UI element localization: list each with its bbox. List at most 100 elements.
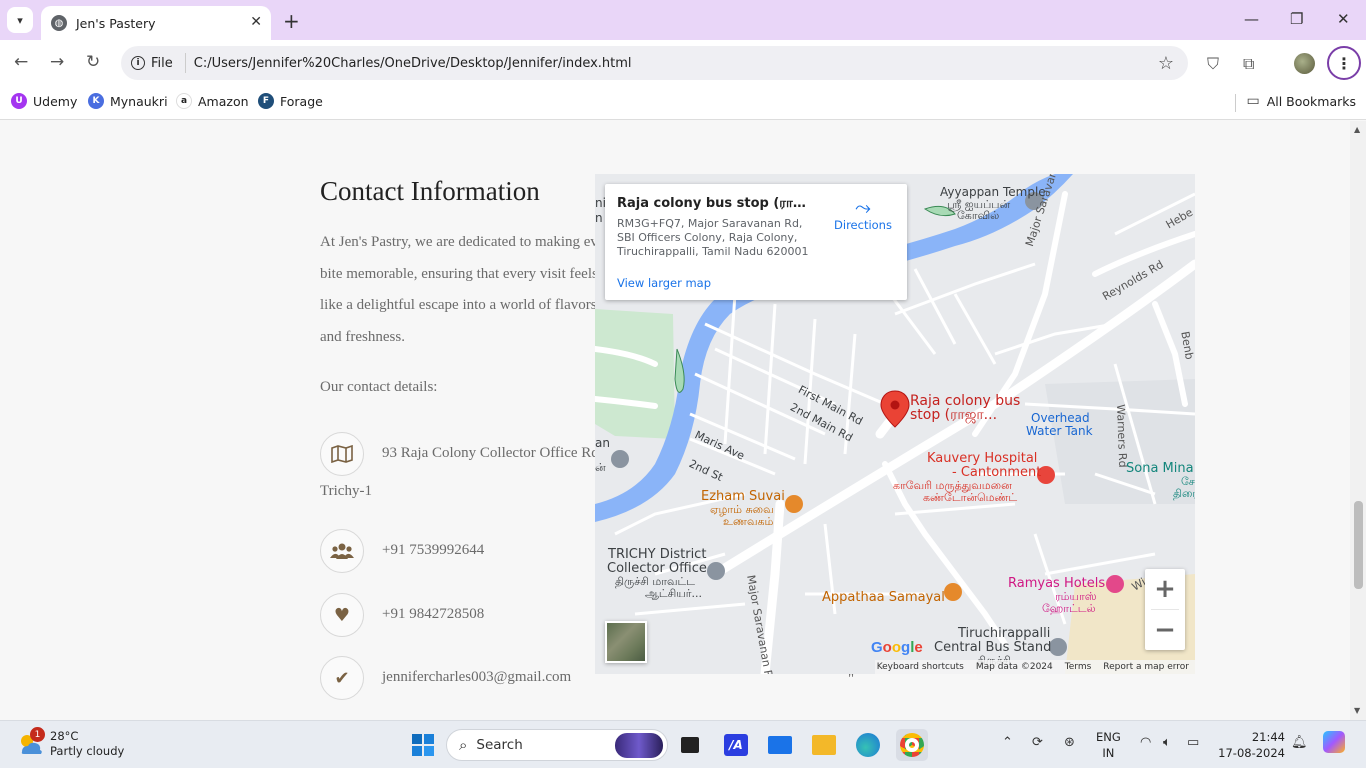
scroll-down-icon[interactable]: ▼ (1354, 706, 1360, 715)
volume-icon[interactable]: 🔈︎ (1163, 735, 1171, 750)
copilot-icon[interactable] (1323, 731, 1345, 753)
directions-icon: ⤳ (855, 195, 871, 219)
clock-date: 17-08-2024 (1218, 746, 1285, 760)
users-icon (320, 529, 364, 573)
browser-toolbar: ← → ↻ i File C:/Users/Jennifer%20Charles… (0, 40, 1366, 86)
mail-icon[interactable] (764, 729, 796, 761)
bookmark-star-icon[interactable]: ☆ (1158, 53, 1174, 74)
heart-icon: ♥ (320, 593, 364, 637)
bookmark-label: Mynaukri (110, 93, 168, 109)
directions-button[interactable]: ⤳ Directions (833, 196, 893, 232)
zoom-in-button[interactable]: + (1145, 569, 1185, 609)
contact-title: Contact Information (320, 176, 540, 206)
page-scrollbar[interactable]: ▲ ▼ (1350, 121, 1366, 720)
network-app-icon[interactable]: ⊛ (1064, 735, 1075, 750)
back-button[interactable]: ← (14, 52, 28, 72)
task-view-icon[interactable] (674, 729, 706, 761)
map-label: TRICHY District (608, 547, 707, 562)
udemy-icon: U (11, 93, 27, 109)
bookmark-label: Forage (280, 93, 323, 109)
chevron-down-icon: ▾ (17, 13, 23, 27)
clock-time: 21:44 (1251, 730, 1285, 744)
restore-button[interactable]: ❐ (1290, 10, 1303, 28)
profile-avatar[interactable] (1294, 53, 1315, 74)
info-icon: i (131, 56, 145, 70)
zoom-controls: + − (1145, 569, 1185, 650)
bookmark-mynaukri[interactable]: K Mynaukri (88, 93, 168, 109)
bookmark-label: Amazon (198, 93, 249, 109)
pin-label: stop (ராஜா... (910, 407, 998, 423)
contact-details-label: Our contact details: (320, 379, 438, 395)
shield-icon[interactable]: ⛉ (1207, 54, 1219, 74)
bookmark-amazon[interactable]: a Amazon (176, 93, 249, 109)
map-label: கோவில் (957, 209, 1000, 222)
keyboard-shortcuts-link[interactable]: Keyboard shortcuts (877, 662, 964, 672)
site-info-chip[interactable]: i File (131, 53, 186, 73)
folder-icon: ▭ (1246, 93, 1260, 109)
new-tab-button[interactable]: + (283, 9, 300, 33)
chevron-up-icon[interactable]: ⌃ (1002, 735, 1013, 750)
mynaukri-icon: K (88, 93, 104, 109)
weather-widget[interactable]: 1 28°C Partly cloudy (16, 727, 124, 759)
tab-strip: ▾ ◍ Jen's Pastery ✕ + — ❐ ✕ (0, 0, 1366, 40)
terms-link[interactable]: Terms (1065, 662, 1092, 672)
chrome-icon[interactable] (896, 729, 928, 761)
satellite-toggle[interactable] (605, 621, 647, 663)
map-label: an (595, 436, 610, 450)
close-tab-icon[interactable]: ✕ (250, 14, 262, 30)
view-larger-map-link[interactable]: View larger map (617, 276, 711, 290)
tab-search-button[interactable]: ▾ (7, 7, 33, 33)
map-label: ன் (595, 461, 606, 474)
forward-button[interactable]: → (50, 52, 64, 72)
system-clock[interactable]: 21:44 17-08-2024 (1215, 729, 1285, 761)
globe-icon: ◍ (51, 15, 67, 31)
place-title: Raja colony bus stop (ராஜா ... (617, 196, 817, 211)
edge-icon[interactable] (852, 729, 884, 761)
windows-icon (412, 734, 434, 756)
map-label: Water Tank (1026, 424, 1093, 438)
bookmark-label: Udemy (33, 93, 78, 109)
close-window-button[interactable]: ✕ (1337, 10, 1350, 28)
bookmark-forage[interactable]: F Forage (258, 93, 323, 109)
app-icon[interactable]: /A (720, 729, 752, 761)
forage-icon: F (258, 93, 274, 109)
scroll-up-icon[interactable]: ▲ (1354, 125, 1360, 134)
map-label: கண்டோன்மெண்ட் (923, 491, 1018, 504)
region-code: IN (1102, 746, 1115, 760)
taskbar-search[interactable]: ⌕ Search (446, 729, 668, 761)
wifi-icon[interactable]: ◠ (1140, 735, 1151, 750)
scroll-thumb[interactable] (1354, 501, 1363, 589)
sync-icon[interactable]: ⟳ (1032, 735, 1043, 750)
report-error-link[interactable]: Report a map error (1103, 662, 1189, 672)
map-icon (320, 432, 364, 476)
check-icon: ✔ (320, 656, 364, 700)
map-label: n (595, 211, 603, 225)
google-logo: Google (871, 639, 923, 656)
extensions-icon[interactable]: ⧉ (1243, 54, 1254, 74)
reload-button[interactable]: ↻ (86, 52, 100, 72)
menu-button[interactable]: ⋮ (1327, 46, 1361, 80)
map-label: - Cantonment (952, 465, 1042, 480)
windows-start-button[interactable] (407, 729, 439, 761)
notification-bell-icon[interactable]: 🔔︎ (1291, 735, 1308, 750)
file-explorer-icon[interactable] (808, 729, 840, 761)
map-label: Warners Rd (1114, 404, 1130, 468)
tab-title: Jen's Pastery (76, 15, 156, 31)
windows-taskbar: 1 28°C Partly cloudy ⌕ Search /A ⌃ ⟳ ⊛ E… (0, 720, 1366, 768)
bookmark-udemy[interactable]: U Udemy (11, 93, 77, 109)
all-bookmarks-label: All Bookmarks (1266, 93, 1356, 109)
page-content: Contact Information At Jen's Pastry, we … (0, 121, 1350, 720)
all-bookmarks-button[interactable]: ▭ All Bookmarks (1246, 93, 1356, 109)
minimize-button[interactable]: — (1244, 10, 1259, 28)
map-label: Appathaa Samayal (822, 590, 945, 605)
place-address: RM3G+FQ7, Major Saravanan Rd, SBI Office… (617, 217, 809, 258)
address-bar[interactable]: i File C:/Users/Jennifer%20Charles/OneDr… (121, 46, 1188, 80)
map-label: Ezham Suvai (701, 489, 785, 504)
zoom-out-button[interactable]: − (1145, 610, 1185, 650)
battery-icon[interactable]: ▭ (1187, 735, 1199, 750)
phone-2: +91 9842728508 (382, 606, 485, 622)
active-tab[interactable]: ◍ Jen's Pastery ✕ (41, 6, 271, 40)
language-indicator[interactable]: ENG IN (1096, 729, 1121, 761)
email[interactable]: jennifercharles003@gmail.com (382, 669, 571, 686)
google-map-embed[interactable]: Ayyappan Temple ஸ்ரீ ஐயப்பன் கோவில் Majo… (595, 174, 1195, 674)
